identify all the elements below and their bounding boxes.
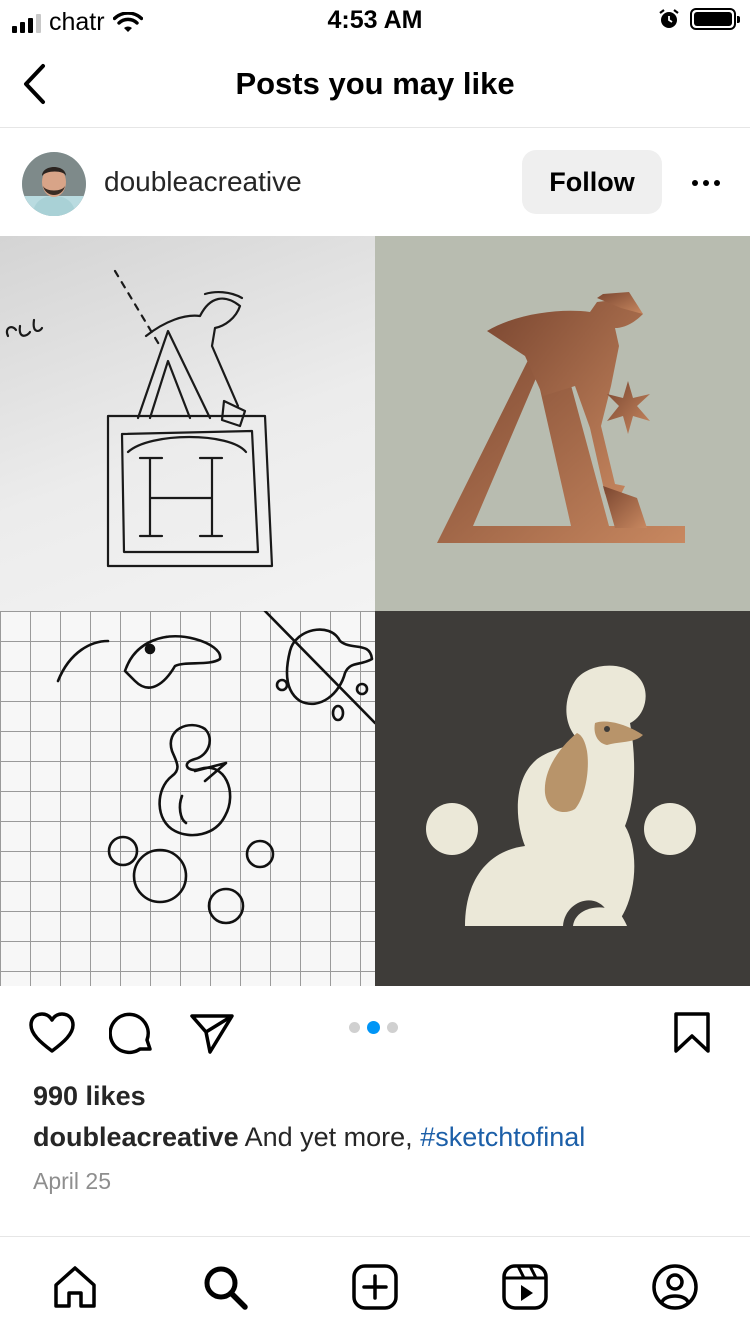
follow-button[interactable]: Follow [522,150,662,214]
status-time: 4:53 AM [327,6,423,34]
post-image-carousel[interactable] [0,236,750,986]
create-icon[interactable] [349,1261,401,1313]
bottom-tab-bar [0,1236,750,1334]
post-header: doubleacreative Follow [0,128,750,236]
post-username[interactable]: doubleacreative [104,166,302,198]
caption-hashtag[interactable]: #sketchtofinal [420,1122,585,1152]
comment-icon[interactable] [107,1008,157,1058]
final-hole-digger-logo [375,236,750,611]
nav-header: Posts you may like [0,40,750,128]
likes-count[interactable]: 990 likes [33,1081,146,1112]
avatar[interactable] [22,152,86,216]
carousel-indicator [349,1021,398,1034]
heart-icon[interactable] [27,1008,77,1058]
post-actions [0,986,750,1076]
reels-icon[interactable] [499,1261,551,1313]
battery-icon [690,8,740,30]
sketch-poodle-grid [0,611,375,986]
final-poodle-logo [375,611,750,986]
sketch-hole-digger [0,236,375,611]
carousel-dot [387,1022,398,1033]
alarm-icon [659,9,679,28]
caption-text: And yet more, [238,1122,421,1152]
paper-plane-icon[interactable] [187,1008,237,1058]
home-icon[interactable] [49,1261,101,1313]
more-horizontal-icon[interactable] [684,168,728,198]
post-caption: doubleacreative And yet more, #sketchtof… [33,1122,585,1153]
bookmark-icon[interactable] [667,1008,717,1058]
profile-icon[interactable] [649,1261,701,1313]
status-bar: chatr 4:53 AM [0,0,750,40]
search-icon[interactable] [199,1261,251,1313]
carousel-dot [349,1022,360,1033]
avatar-image [22,152,86,216]
page-title: Posts you may like [235,66,515,101]
carousel-dot-active [367,1021,380,1034]
caption-username[interactable]: doubleacreative [33,1122,239,1152]
post-date: April 25 [33,1168,111,1194]
status-right [658,8,740,30]
